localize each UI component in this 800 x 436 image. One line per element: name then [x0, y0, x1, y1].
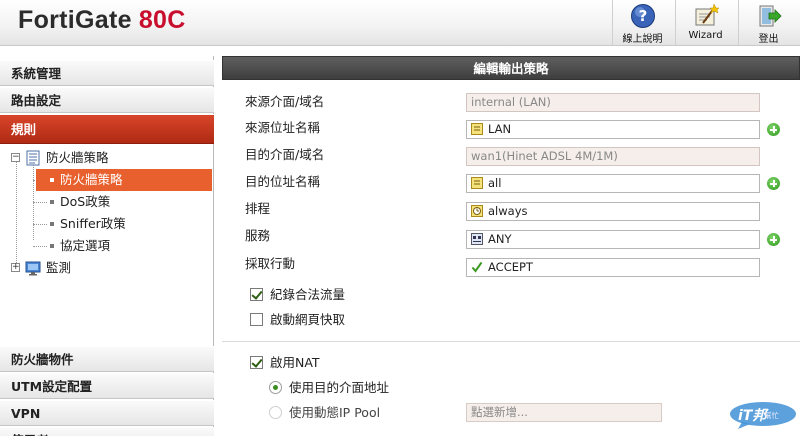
bullet-icon [50, 244, 54, 248]
src-interface-label: 來源介面/域名 [245, 94, 325, 109]
use-dst-interface-label: 使用目的介面地址 [289, 380, 390, 395]
address-icon [471, 177, 483, 189]
use-ippool-label: 使用動態IP Pool [289, 405, 381, 420]
tree-label: DoS政策 [60, 194, 111, 209]
action-label: 採取行動 [245, 256, 296, 271]
help-icon: ? [630, 4, 655, 28]
dst-interface-label: 目的介面/域名 [245, 147, 325, 162]
service-value: ANY [488, 232, 512, 246]
tree-label: 防火牆策略 [60, 172, 123, 187]
add-dst-address-icon[interactable] [767, 177, 780, 190]
service-icon [471, 233, 483, 245]
menu-user[interactable]: 使用者 [0, 427, 214, 436]
menu-vpn[interactable]: VPN [0, 400, 214, 426]
dst-address-select[interactable]: all [466, 174, 760, 193]
enable-nat-label: 啟用NAT [270, 355, 320, 370]
brand-name: FortiGate [18, 6, 132, 34]
schedule-select[interactable]: always [466, 202, 760, 221]
src-interface-field: internal (LAN) [466, 93, 760, 112]
tree-label: 監測 [46, 260, 72, 275]
src-address-select[interactable]: LAN [466, 120, 760, 139]
src-address-value: LAN [488, 122, 512, 136]
logout-icon [759, 5, 782, 27]
watermark-text: iT邦 [738, 408, 767, 424]
add-service-icon[interactable] [767, 233, 780, 246]
logout-button[interactable]: 登出 [738, 0, 798, 46]
dst-address-value: all [488, 176, 502, 190]
tree-label: 防火牆策略 [46, 150, 109, 165]
wizard-icon [695, 3, 719, 26]
fortigate-window: FortiGate 80C ? 線上說明 Wizard 登出 系統管理 路由設定… [0, 0, 800, 436]
panel-title: 編輯輸出策略 [222, 56, 800, 80]
menu-system[interactable]: 系統管理 [0, 60, 214, 86]
dst-address-label: 目的位址名稱 [245, 174, 321, 189]
menu-firewall-objects[interactable]: 防火牆物件 [0, 346, 214, 372]
expand-icon[interactable]: + [11, 263, 20, 272]
accept-check-icon [471, 261, 483, 273]
schedule-value: always [488, 204, 528, 218]
top-header: FortiGate 80C ? 線上說明 Wizard 登出 [0, 0, 800, 46]
bullet-icon [50, 200, 54, 204]
policy-list-icon [26, 150, 40, 166]
watermark-subtext: 幫忙 [764, 411, 779, 420]
tree-item-protocol-options[interactable]: 協定選項 [36, 235, 212, 257]
web-cache-label: 啟動網頁快取 [270, 312, 346, 327]
schedule-label: 排程 [245, 201, 271, 216]
bullet-icon [50, 222, 54, 226]
use-dst-interface-radio[interactable] [269, 381, 282, 394]
wizard-button[interactable]: Wizard [675, 0, 735, 46]
menu-routing[interactable]: 路由設定 [0, 87, 214, 113]
service-select[interactable]: ANY [466, 230, 760, 249]
log-traffic-checkbox[interactable] [250, 288, 263, 301]
logout-label: 登出 [758, 34, 779, 45]
tree-label: 協定選項 [60, 238, 111, 253]
bullet-icon [50, 178, 54, 182]
action-value: ACCEPT [488, 260, 533, 274]
menu-utm[interactable]: UTM設定配置 [0, 373, 214, 399]
address-icon [471, 123, 483, 135]
log-traffic-label: 紀錄合法流量 [270, 287, 346, 302]
online-help-label: 線上說明 [622, 34, 663, 45]
add-src-address-icon[interactable] [767, 123, 780, 136]
enable-nat-checkbox[interactable] [250, 356, 263, 369]
section-divider [222, 341, 800, 342]
sidebar: 系統管理 路由設定 規則 − 防火牆策略 防火牆策略 DoS政策 Sniffer… [0, 56, 214, 436]
brand-model: 80C [138, 6, 186, 34]
tree-node-monitor[interactable]: + 監測 [0, 257, 214, 279]
brand-logo: FortiGate 80C [18, 6, 186, 35]
tree-item-firewall-policy[interactable]: 防火牆策略 [36, 169, 212, 191]
svg-text:?: ? [638, 7, 647, 25]
online-help-button[interactable]: ? 線上說明 [612, 0, 672, 46]
tree-node-firewall-policy-group[interactable]: − 防火牆策略 [0, 147, 214, 169]
use-ippool-radio[interactable] [269, 406, 282, 419]
tree-connector [16, 161, 17, 269]
schedule-clock-icon [471, 205, 483, 217]
action-select[interactable]: ACCEPT [466, 258, 760, 277]
service-label: 服務 [245, 228, 271, 243]
watermark-logo: iT邦 幫忙 [728, 400, 798, 430]
menu-policy[interactable]: 規則 [0, 114, 214, 144]
tree-label: Sniffer政策 [60, 216, 126, 231]
tree-item-dos-policy[interactable]: DoS政策 [36, 191, 212, 213]
web-cache-checkbox[interactable] [250, 313, 263, 326]
ippool-select[interactable]: 點選新增... [466, 403, 662, 422]
dst-interface-field: wan1(Hinet ADSL 4M/1M) [466, 147, 760, 166]
src-address-label: 來源位址名稱 [245, 120, 321, 135]
monitor-icon [25, 261, 41, 276]
tree-item-sniffer-policy[interactable]: Sniffer政策 [36, 213, 212, 235]
collapse-icon[interactable]: − [11, 153, 20, 162]
edit-policy-panel: 編輯輸出策略 來源介面/域名 internal (LAN) 來源位址名稱 LAN… [222, 56, 800, 436]
wizard-label: Wizard [688, 30, 723, 41]
